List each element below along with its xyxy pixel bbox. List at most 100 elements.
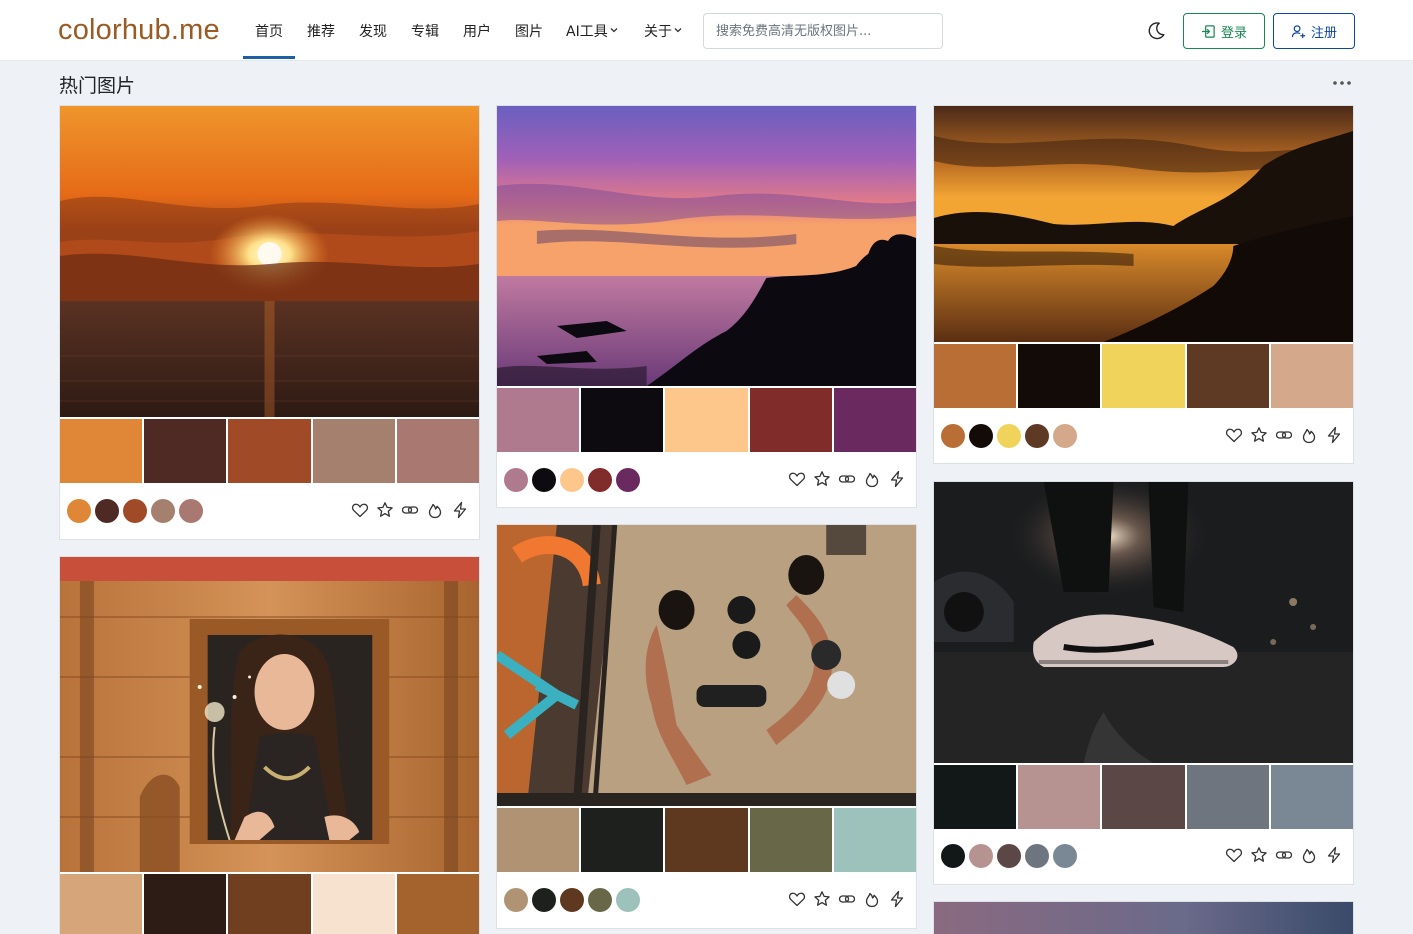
fire-icon[interactable] [425,500,444,519]
nav-item-discover[interactable]: 发现 [359,21,387,41]
swatch[interactable] [228,419,311,483]
color-dot[interactable] [1053,844,1077,868]
swatch[interactable] [1018,765,1101,829]
link-icon[interactable] [1274,845,1293,864]
photo-card[interactable] [496,105,917,508]
moon-icon[interactable] [1145,20,1167,42]
swatch[interactable] [1186,765,1269,829]
swatch[interactable] [497,388,580,452]
swatch[interactable] [1102,344,1185,408]
swatch[interactable] [833,808,917,872]
swatch[interactable] [934,344,1017,408]
bolt-icon[interactable] [887,469,906,488]
link-icon[interactable] [837,889,856,908]
photo-golden-lake[interactable] [934,106,1353,342]
photo-purple-sunset[interactable] [497,106,916,386]
star-icon[interactable] [1249,425,1268,444]
photo-dusk-sky[interactable] [934,902,1353,934]
swatch[interactable] [60,874,143,934]
color-dot[interactable] [504,468,528,492]
heart-icon[interactable] [787,469,806,488]
nav-item-images[interactable]: 图片 [515,21,543,41]
nav-item-users[interactable]: 用户 [463,21,491,41]
color-dot[interactable] [67,499,91,523]
swatch[interactable] [1018,344,1101,408]
color-dot[interactable] [616,888,640,912]
star-icon[interactable] [1249,845,1268,864]
nav-item-recommend[interactable]: 推荐 [307,21,335,41]
star-icon[interactable] [375,500,394,519]
color-dot[interactable] [997,424,1021,448]
color-dot[interactable] [588,888,612,912]
fire-icon[interactable] [862,469,881,488]
color-dot[interactable] [1025,844,1049,868]
color-dot[interactable] [532,468,556,492]
swatch[interactable] [144,419,227,483]
fire-icon[interactable] [862,889,881,908]
photo-boxing-match[interactable] [497,525,916,806]
swatch[interactable] [497,808,580,872]
color-dot[interactable] [969,424,993,448]
swatch[interactable] [312,419,395,483]
swatch[interactable] [581,388,664,452]
color-dot[interactable] [941,844,965,868]
swatch[interactable] [144,874,227,934]
color-dot[interactable] [588,468,612,492]
search-input[interactable] [703,13,943,49]
heart-icon[interactable] [1224,845,1243,864]
swatch[interactable] [228,874,311,934]
photo-card[interactable] [933,481,1354,885]
link-icon[interactable] [1274,425,1293,444]
swatch[interactable] [60,419,143,483]
heart-icon[interactable] [350,500,369,519]
nav-item-albums[interactable]: 专辑 [411,21,439,41]
fire-icon[interactable] [1299,845,1318,864]
swatch[interactable] [1102,765,1185,829]
swatch[interactable] [934,765,1017,829]
swatch[interactable] [396,874,480,934]
nav-item-ai-tools[interactable]: AI工具 [566,21,619,41]
swatch[interactable] [1270,344,1354,408]
color-dot[interactable] [1053,424,1077,448]
swatch[interactable] [1186,344,1269,408]
heart-icon[interactable] [787,889,806,908]
swatch[interactable] [581,808,664,872]
star-icon[interactable] [812,469,831,488]
link-icon[interactable] [837,469,856,488]
swatch[interactable] [665,808,748,872]
heart-icon[interactable] [1224,425,1243,444]
color-dot[interactable] [504,888,528,912]
color-dot[interactable] [179,499,203,523]
register-button[interactable]: 注册 [1273,13,1355,49]
fire-icon[interactable] [1299,425,1318,444]
swatch[interactable] [833,388,917,452]
link-icon[interactable] [400,500,419,519]
color-dot[interactable] [997,844,1021,868]
color-dot[interactable] [123,499,147,523]
bolt-icon[interactable] [450,500,469,519]
photo-card[interactable] [933,105,1354,464]
photo-card[interactable] [59,105,480,540]
bolt-icon[interactable] [1324,845,1343,864]
color-dot[interactable] [560,468,584,492]
bolt-icon[interactable] [1324,425,1343,444]
star-icon[interactable] [812,889,831,908]
color-dot[interactable] [560,888,584,912]
color-dot[interactable] [1025,424,1049,448]
more-dots-icon[interactable] [1331,80,1353,86]
color-dot[interactable] [95,499,119,523]
swatch[interactable] [312,874,395,934]
nav-item-about[interactable]: 关于 [644,21,683,41]
swatch[interactable] [1270,765,1354,829]
color-dot[interactable] [151,499,175,523]
nav-item-home[interactable]: 首页 [255,21,283,41]
photo-woman-dandelion[interactable] [60,557,479,872]
photo-card[interactable] [59,556,480,934]
login-button[interactable]: 登录 [1183,13,1265,49]
swatch[interactable] [749,388,832,452]
color-dot[interactable] [616,468,640,492]
swatch[interactable] [396,419,480,483]
bolt-icon[interactable] [887,889,906,908]
color-dot[interactable] [532,888,556,912]
photo-card[interactable] [933,901,1354,934]
